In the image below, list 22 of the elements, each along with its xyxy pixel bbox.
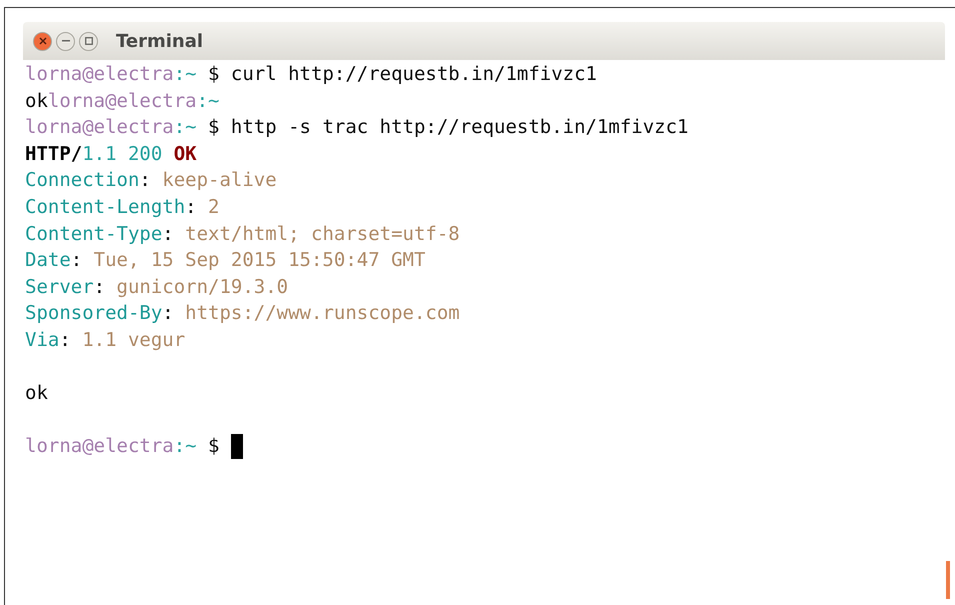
- terminal-line: Via: 1.1 vegur: [25, 328, 186, 353]
- terminal-line: Connection: keep-alive: [25, 168, 277, 194]
- terminal-line: lorna@electra:~ $ http -s trac http://requestb.in/1mfivzc1: [25, 115, 688, 140]
- terminal-line: Content-Length: 2: [25, 194, 220, 220]
- accent-bar: [946, 561, 950, 599]
- maximize-button[interactable]: [79, 32, 98, 50]
- terminal-line: Date: Tue, 15 Sep 2015 15:50:47 GMT: [25, 248, 426, 274]
- terminal-line: ok: [25, 381, 48, 406]
- minimize-icon: [62, 40, 70, 42]
- terminal-line: lorna@electra:~ $ curl http://requestb.in/1mfivzc1: [25, 62, 597, 87]
- window-title: Terminal: [116, 30, 204, 52]
- terminal-line: Server: gunicorn/19.3.0: [25, 274, 288, 300]
- terminal-line: Sponsored-By: https://www.runscope.com: [25, 301, 460, 326]
- prompt-line: lorna@electra:~ $: [25, 434, 220, 460]
- close-button[interactable]: [33, 32, 52, 50]
- maximize-icon: [84, 37, 92, 45]
- terminal-line: Content-Type: text/html; charset=utf-8: [25, 222, 460, 247]
- text-cursor: [230, 434, 243, 460]
- minimize-button[interactable]: [56, 32, 75, 50]
- terminal-line: HTTP/1.1 200 OK: [25, 142, 197, 167]
- terminal-line: oklorna@electra:~: [25, 88, 220, 114]
- close-icon: [38, 37, 46, 45]
